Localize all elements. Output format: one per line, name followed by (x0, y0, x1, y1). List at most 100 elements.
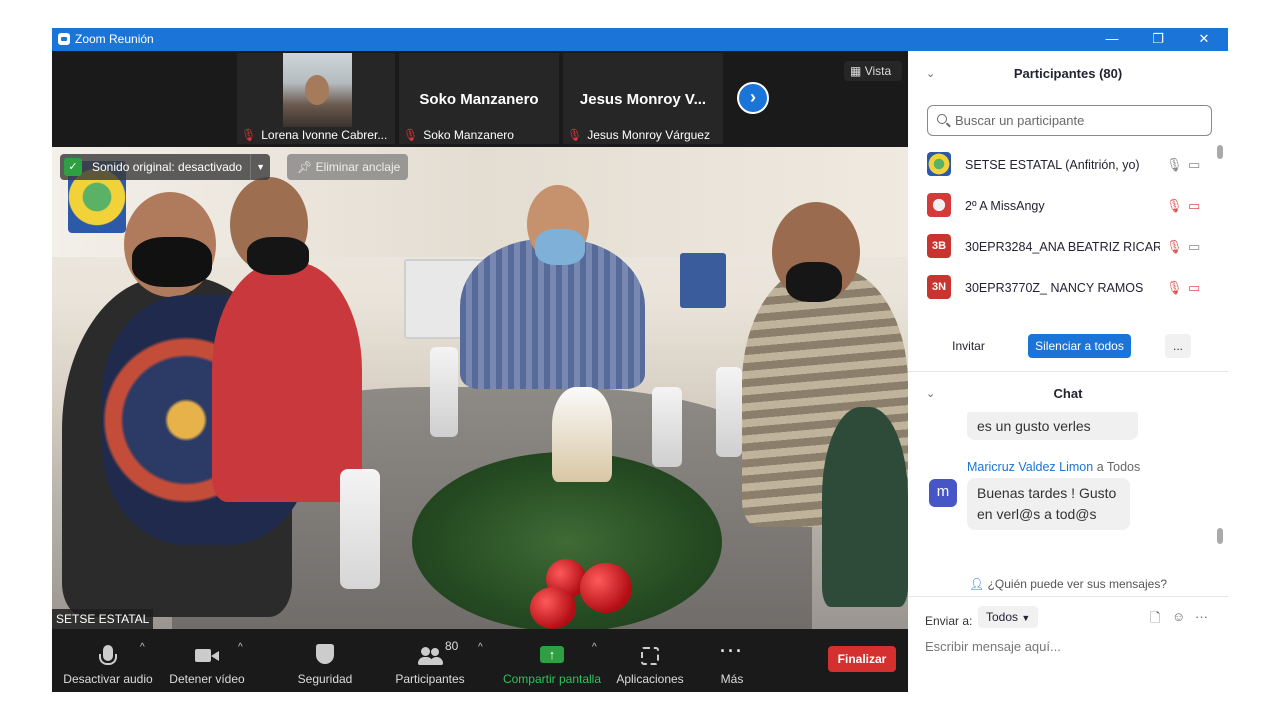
chat-message: es un gusto verles (967, 412, 1138, 440)
video-area: 🎙︎ Lorena Ivonne Cabrer... Soko Manzanero… (52, 51, 908, 692)
divider (908, 596, 1228, 597)
chevron-up-icon: ^ (238, 642, 243, 653)
next-page-button[interactable]: › (737, 82, 769, 114)
participant-search-input[interactable]: Buscar un participante (927, 105, 1212, 136)
security-button[interactable]: Seguridad (290, 629, 360, 692)
video-camera-icon[interactable]: ▭ (1188, 239, 1200, 255)
mic-muted-icon: 🎙︎ (241, 128, 257, 142)
participant-row[interactable]: 3B 30EPR3284_ANA BEATRIZ RICAR... 🎙︎ ▭ (908, 227, 1220, 268)
participants-title: Participantes (80) (1013, 66, 1123, 81)
speaker-name-label: SETSE ESTATAL (52, 609, 154, 629)
chat-header: ⌄ Chat (908, 376, 1228, 412)
participants-button[interactable]: 80 Participantes (390, 629, 470, 692)
pin-icon: 📌︎ (297, 160, 313, 174)
invite-button[interactable]: Invitar (945, 334, 992, 358)
avatar (927, 152, 951, 176)
more-button[interactable]: ··· Más (708, 629, 756, 692)
avatar: 3N (927, 275, 951, 299)
close-button[interactable]: ✕ (1181, 28, 1227, 51)
person-red-shirt-mask (247, 237, 309, 275)
mic-muted-icon: 🎙︎ (403, 128, 419, 142)
thumbnail-name: Jesus Monroy V... (579, 91, 707, 108)
person-far-right-image (822, 407, 908, 607)
participants-icon (418, 647, 443, 665)
side-panel: ⌄ Participantes (80) Buscar un participa… (908, 51, 1228, 692)
thumbnail-jesus[interactable]: Jesus Monroy V... 🎙︎ Jesus Monroy Várguez (563, 53, 723, 144)
main-video: ✓ Sonido original: desactivado ▼ 📌︎ Elim… (52, 147, 908, 629)
avatar: 3B (927, 234, 951, 258)
video-camera-icon[interactable]: ▭ (1188, 157, 1200, 173)
thumbnail-label: 🎙︎ Lorena Ivonne Cabrer... (241, 128, 388, 142)
end-meeting-button[interactable]: Finalizar (828, 646, 896, 672)
chevron-down-icon: ▼ (1021, 613, 1031, 623)
chat-compose-input[interactable]: Escribir mensaje aquí... (925, 639, 1061, 654)
red-ornament-image (580, 563, 632, 613)
mic-muted-icon[interactable]: 🎙︎ (1166, 280, 1183, 296)
video-options-button[interactable]: ^ (236, 629, 250, 692)
participant-video-feed (283, 53, 352, 127)
emoji-icon[interactable]: ☺ (1172, 609, 1185, 624)
shield-icon (316, 644, 334, 664)
person-lock-icon: 👤︎ (968, 577, 985, 591)
nativity-figures-image (552, 387, 612, 482)
thumbnail-name: Soko Manzanero (419, 91, 539, 108)
participant-row[interactable]: 2º A MissAngy 🎙︎ ▭ (908, 186, 1220, 227)
share-screen-button[interactable]: ↑ Compartir pantalla (500, 629, 604, 692)
who-can-see-link[interactable]: 👤︎ ¿Quién puede ver sus mensajes? (908, 573, 1228, 595)
original-sound-toggle[interactable]: ✓ Sonido original: desactivado ▼ (60, 154, 271, 180)
meeting-toolbar: Desactivar audio ^ Detener vídeo ^ Segur… (52, 629, 908, 692)
appliance-box-image (680, 253, 726, 308)
chevron-down-icon[interactable]: ▼ (250, 154, 270, 180)
mic-muted-icon: 🎙︎ (567, 128, 583, 142)
mic-muted-icon[interactable]: 🎙︎ (1166, 239, 1183, 255)
thumbnail-soko[interactable]: Soko Manzanero 🎙︎ Soko Manzanero (399, 53, 559, 144)
participant-list: SETSE ESTATAL (Anfitrión, yo) 🎙︎ ▭ 2º A … (908, 145, 1220, 315)
send-to-dropdown[interactable]: Todos ▼ (978, 606, 1039, 628)
apps-button[interactable]: Aplicaciones (612, 629, 688, 692)
chat-sender: Maricruz Valdez Limon a Todos (967, 460, 1141, 474)
file-icon[interactable]: 🗋 (1150, 609, 1160, 631)
mic-muted-icon[interactable]: 🎙︎ (1166, 198, 1183, 214)
unpin-button[interactable]: 📌︎ Eliminar anclaje (287, 154, 409, 180)
participant-list-scrollbar[interactable] (1217, 145, 1223, 313)
participants-options-button[interactable]: ^ (476, 629, 490, 692)
thumbnail-lorena[interactable]: 🎙︎ Lorena Ivonne Cabrer... (237, 53, 395, 144)
zoom-window: Zoom Reunión — ❐ ✕ 🎙︎ Lorena Ivonne Cabre… (52, 28, 1228, 692)
video-off-icon[interactable]: ▭ (1188, 280, 1200, 296)
restore-button[interactable]: ❐ (1135, 28, 1181, 51)
share-options-button[interactable]: ^ (590, 629, 604, 692)
apps-icon (641, 647, 659, 665)
view-button[interactable]: ▦ Vista (844, 61, 902, 81)
shield-check-icon: ✓ (64, 158, 82, 176)
chat-scrollbar[interactable] (1217, 418, 1223, 572)
grid-icon: ▦ (850, 64, 862, 78)
chevron-up-icon: ^ (592, 642, 597, 653)
microphone-icon (99, 645, 117, 665)
red-ornament-image (530, 587, 576, 629)
participant-row[interactable] (908, 309, 1220, 315)
participant-row[interactable]: SETSE ESTATAL (Anfitrión, yo) 🎙︎ ▭ (908, 145, 1220, 186)
chevron-down-icon[interactable]: ⌄ (926, 51, 935, 97)
more-dots-icon[interactable]: ··· (1195, 609, 1208, 624)
zoom-logo-icon (58, 33, 70, 45)
chat-title: Chat (1053, 386, 1083, 401)
microphone-icon[interactable]: 🎙︎ (1166, 157, 1183, 173)
chevron-down-icon[interactable]: ⌄ (926, 376, 935, 412)
send-to-label: Enviar a: (925, 614, 973, 628)
search-icon (937, 114, 947, 124)
chevron-up-icon: ^ (140, 642, 145, 653)
chat-messages: es un gusto verles Maricruz Valdez Limon… (908, 412, 1220, 552)
mute-all-button[interactable]: Silenciar a todos (1028, 334, 1131, 358)
water-bottle-image (430, 347, 458, 437)
avatar: m (929, 479, 957, 507)
video-camera-icon (195, 649, 211, 662)
person-left-mask (132, 237, 212, 287)
participant-row[interactable]: 3N 30EPR3770Z_ NANCY RAMOS 🎙︎ ▭ (908, 268, 1220, 309)
person-red-shirt-image (212, 262, 362, 502)
minimize-button[interactable]: — (1089, 28, 1135, 51)
participants-more-button[interactable]: ... (1165, 334, 1191, 358)
participants-count: 80 (445, 639, 459, 653)
thumbnail-label: 🎙︎ Jesus Monroy Várguez (567, 128, 710, 142)
video-off-icon[interactable]: ▭ (1188, 198, 1200, 214)
audio-options-button[interactable]: ^ (138, 629, 152, 692)
